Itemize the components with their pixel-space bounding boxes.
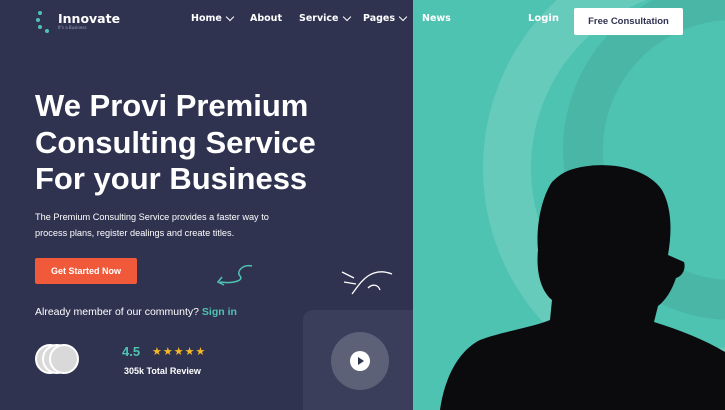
hero-headline: We Provi Premium Consulting Service For … [35, 88, 395, 198]
hero-subtitle: The Premium Consulting Service provides … [35, 209, 335, 241]
headline-line: For your Business [35, 161, 308, 196]
headline-line: We Provi Premium [35, 88, 309, 123]
subtitle-line: process plans, register dealings and cre… [35, 228, 235, 238]
chevron-down-icon [342, 12, 351, 22]
chevron-down-icon [225, 12, 235, 22]
free-consultation-button[interactable]: Free Consultation [574, 8, 683, 35]
member-prompt: Already member of our communty? Sign in [35, 306, 237, 318]
total-review: 305k Total Review [124, 366, 201, 376]
play-button[interactable] [331, 332, 389, 390]
subtitle-line: The Premium Consulting Service provides … [35, 212, 269, 222]
avatar [49, 344, 79, 374]
logo-dots-icon [36, 8, 54, 34]
nav-item-news[interactable]: News [422, 13, 451, 24]
star-icon: ★★★★★ [152, 345, 207, 358]
nav-item-home[interactable]: Home [191, 12, 235, 24]
nav-item-label: Home [191, 13, 222, 24]
nav-item-label: Pages [363, 13, 396, 24]
nav-item-pages[interactable]: Pages [363, 12, 408, 24]
sign-in-link[interactable]: Sign in [202, 306, 237, 318]
person-silhouette-image [440, 165, 725, 410]
play-icon [350, 351, 370, 371]
nav-item-about[interactable]: About [250, 13, 282, 24]
nav-item-label: News [422, 13, 451, 24]
brand-name: Innovate [58, 10, 121, 26]
headline-line: Consulting Service [35, 124, 316, 160]
login-link[interactable]: Login [528, 13, 559, 24]
nav-item-label: Service [299, 13, 339, 24]
nav-item-service[interactable]: Service [299, 12, 351, 24]
arrow-doodle-icon [216, 264, 253, 286]
nav-item-label: About [250, 13, 282, 24]
avatar-group [35, 344, 79, 374]
brand-logo[interactable]: Innovate It's a Business [36, 8, 120, 34]
chevron-down-icon [398, 12, 408, 22]
rating-value: 4.5 [122, 344, 141, 359]
sparkle-doodle-icon [341, 271, 393, 295]
member-text: Already member of our communty? [35, 306, 199, 318]
get-started-button[interactable]: Get Started Now [35, 258, 137, 284]
